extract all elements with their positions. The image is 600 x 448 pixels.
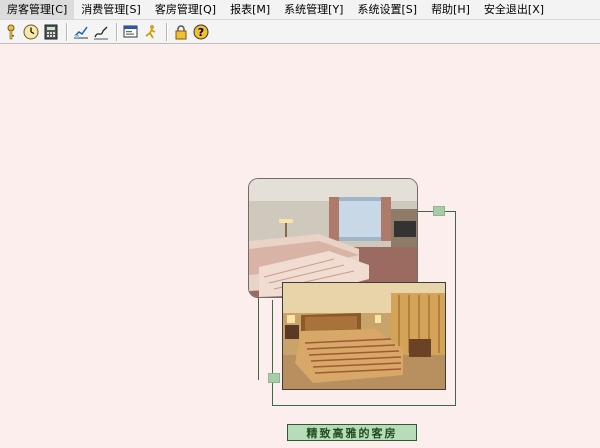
chart-edit-icon[interactable] (72, 23, 90, 41)
toolbar-separator (116, 22, 118, 41)
menu-exit[interactable]: 安全退出[X] (477, 0, 551, 19)
menu-help[interactable]: 帮助[H] (424, 0, 477, 19)
window-report-icon[interactable] (122, 23, 140, 41)
hotel-room-photo-1 (248, 178, 418, 298)
sign-icon[interactable] (92, 23, 110, 41)
hotel-room-photo-2 (282, 282, 446, 390)
person-icon[interactable] (142, 23, 160, 41)
banner-caption: 精致高雅的客房 (287, 424, 417, 441)
frame-knob (268, 373, 280, 383)
clock-icon[interactable] (22, 23, 40, 41)
frame-line-left (258, 298, 259, 380)
lock-icon[interactable] (172, 23, 190, 41)
help-icon[interactable]: ? (192, 23, 210, 41)
toolbar-separator (166, 22, 168, 41)
svg-text:?: ? (198, 26, 204, 39)
banner-caption-text: 精致高雅的客房 (306, 426, 398, 440)
key-icon[interactable] (2, 23, 20, 41)
calculator-icon[interactable] (42, 23, 60, 41)
menu-reports[interactable]: 报表[M] (223, 0, 277, 19)
toolbar: ? (0, 20, 600, 44)
toolbar-separator (66, 22, 68, 41)
menu-consumption[interactable]: 消费管理[S] (74, 0, 148, 19)
frame-knob (433, 206, 445, 216)
menu-room-management[interactable]: 客房管理[Q] (148, 0, 223, 19)
menu-bar: 房客管理[C] 消费管理[S] 客房管理[Q] 报表[M] 系统管理[Y] 系统… (0, 0, 600, 20)
menu-system-management[interactable]: 系统管理[Y] (277, 0, 350, 19)
menu-system-settings[interactable]: 系统设置[S] (350, 0, 424, 19)
menu-room-guest[interactable]: 房客管理[C] (0, 0, 75, 19)
